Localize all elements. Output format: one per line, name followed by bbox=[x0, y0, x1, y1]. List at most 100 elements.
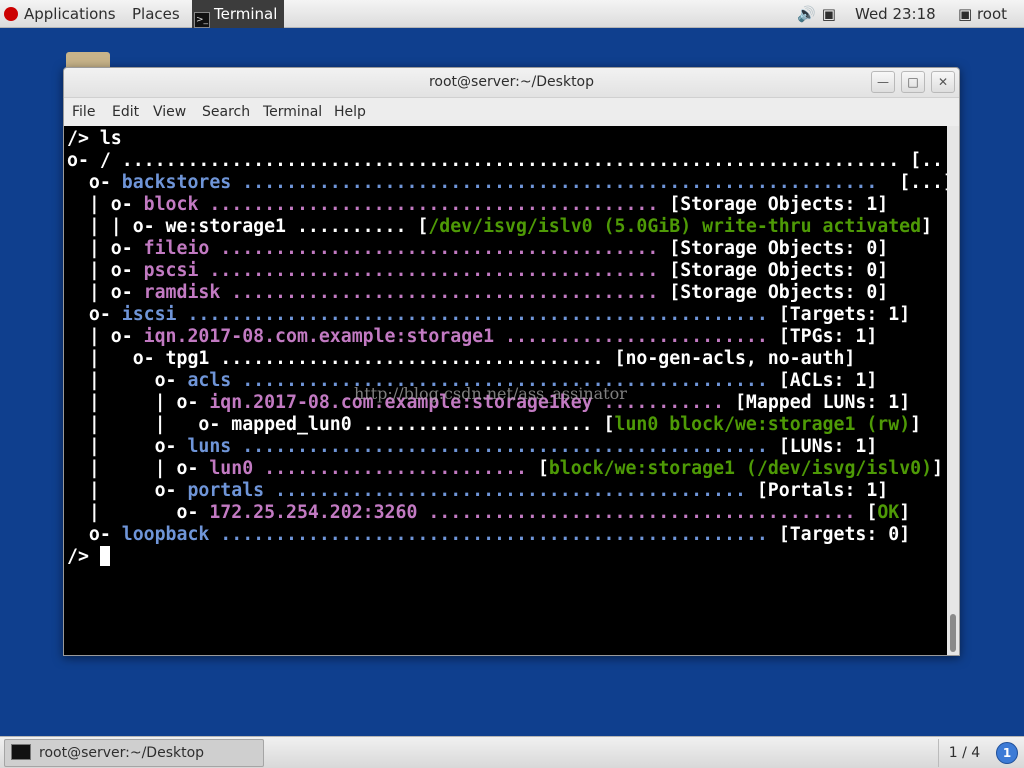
terminal-text: ........................................… bbox=[231, 436, 779, 457]
terminal-text: ........................ bbox=[494, 326, 779, 347]
terminal-text: lun0 block/we:storage1 (rw) bbox=[614, 414, 911, 435]
terminal-icon bbox=[11, 744, 31, 760]
terminal-text: ....................................... bbox=[417, 502, 867, 523]
terminal-text: | o- bbox=[67, 326, 144, 347]
terminal-text: | | o- mapped_lun0 .....................… bbox=[67, 414, 615, 435]
terminal-app-menu[interactable]: >_ Terminal bbox=[192, 0, 284, 28]
terminal-text: ........................................… bbox=[121, 150, 911, 171]
terminal-text: | | o- bbox=[67, 392, 210, 413]
terminal-text: | o- bbox=[67, 370, 188, 391]
terminal-text: [TPGs: 1] bbox=[778, 326, 878, 347]
workspace-indicator[interactable]: 1 / 4 bbox=[938, 739, 990, 767]
menu-help[interactable]: Help bbox=[334, 104, 366, 120]
terminal-line: /> bbox=[67, 546, 947, 568]
window-titlebar[interactable]: root@server:~/Desktop — □ ✕ bbox=[64, 68, 959, 98]
places-menu[interactable]: Places bbox=[132, 0, 180, 28]
applications-menu[interactable]: Applications bbox=[4, 0, 116, 28]
user-label: root bbox=[976, 5, 1008, 23]
terminal-line: | o- luns ..............................… bbox=[67, 436, 947, 458]
terminal-text: [...] bbox=[910, 150, 947, 171]
terminal-text: | | o- bbox=[67, 458, 210, 479]
menu-view[interactable]: View bbox=[153, 104, 186, 120]
terminal-window: root@server:~/Desktop — □ ✕ File Edit Vi… bbox=[63, 67, 960, 656]
terminal-text: o- bbox=[67, 172, 122, 193]
bottom-panel: root@server:~/Desktop 1 / 4 1 bbox=[0, 736, 1024, 768]
network-icon[interactable]: ▣ bbox=[822, 5, 836, 23]
terminal-text: ] bbox=[910, 414, 922, 435]
terminal-line: | o- fileio ............................… bbox=[67, 238, 947, 260]
terminal-text: | o- bbox=[67, 436, 188, 457]
terminal-text: | o- tpg1 ..............................… bbox=[67, 348, 856, 369]
terminal-output[interactable]: /> ls o- / ..............................… bbox=[64, 126, 947, 655]
terminal-line: o- / ...................................… bbox=[67, 150, 947, 172]
menu-terminal[interactable]: Terminal bbox=[263, 104, 322, 120]
clock[interactable]: Wed 23:18 bbox=[855, 0, 936, 28]
terminal-line: | o- block .............................… bbox=[67, 194, 947, 216]
window-title: root@server:~/Desktop bbox=[428, 74, 595, 90]
terminal-text: [ACLs: 1] bbox=[778, 370, 878, 391]
close-button[interactable]: ✕ bbox=[931, 71, 955, 93]
terminal-text: | o- bbox=[67, 260, 144, 281]
user-icon: ▣ bbox=[958, 5, 973, 23]
terminal-text: ........................ bbox=[253, 458, 538, 479]
terminal-text: [Storage Objects: 0] bbox=[669, 238, 889, 259]
terminal-app-label: Terminal bbox=[214, 5, 278, 23]
terminal-line: | | o- we:storage1 .......... [/dev/isvg… bbox=[67, 216, 947, 238]
notification-icon[interactable]: 1 bbox=[996, 742, 1018, 764]
terminal-text: ........................................… bbox=[176, 304, 779, 325]
scrollbar-thumb[interactable] bbox=[950, 614, 956, 652]
terminal-text: | o- bbox=[67, 238, 144, 259]
terminal-scrollbar[interactable] bbox=[947, 126, 959, 655]
terminal-text: OK bbox=[877, 502, 900, 523]
minimize-button[interactable]: — bbox=[871, 71, 895, 93]
terminal-line: | o- pscsi .............................… bbox=[67, 260, 947, 282]
menu-file[interactable]: File bbox=[72, 104, 95, 120]
terminal-text: o- bbox=[67, 304, 122, 325]
terminal-line: o- loopback ............................… bbox=[67, 524, 947, 546]
terminal-line: | o- ramdisk ...........................… bbox=[67, 282, 947, 304]
terminal-text: iqn.2017-08.com.example:storage1 bbox=[143, 326, 495, 347]
system-status-icons[interactable]: 🔊 ▣ bbox=[797, 0, 842, 28]
terminal-text: ........................................… bbox=[231, 172, 900, 193]
terminal-text: [Targets: 0] bbox=[778, 524, 911, 545]
user-menu[interactable]: ▣ root bbox=[958, 0, 1007, 28]
terminal-text: o- bbox=[67, 524, 122, 545]
terminal-text: ] bbox=[932, 458, 944, 479]
terminal-text: [Storage Objects: 0] bbox=[669, 260, 889, 281]
terminal-text: iscsi bbox=[121, 304, 177, 325]
terminal-text: [LUNs: 1] bbox=[778, 436, 878, 457]
maximize-button[interactable]: □ bbox=[901, 71, 925, 93]
applications-label: Applications bbox=[24, 5, 116, 23]
terminal-text: | | o- we:storage1 .......... [ bbox=[67, 216, 429, 237]
terminal-text: ramdisk bbox=[143, 282, 221, 303]
terminal-text: ] bbox=[921, 216, 933, 237]
terminal-text: ........................................… bbox=[264, 480, 757, 501]
terminal-text: | o- bbox=[67, 502, 210, 523]
menu-bar: File Edit View Search Terminal Help bbox=[64, 98, 959, 126]
redhat-logo-icon bbox=[4, 7, 18, 21]
terminal-line: | o- tpg1 ..............................… bbox=[67, 348, 947, 370]
terminal-text: [Mapped LUNs: 1] bbox=[734, 392, 911, 413]
terminal-text: [Storage Objects: 1] bbox=[669, 194, 889, 215]
terminal-text: pscsi bbox=[143, 260, 199, 281]
terminal-line: /> ls bbox=[67, 128, 947, 150]
terminal-lines: /> ls o- / ..............................… bbox=[67, 128, 947, 568]
terminal-line: | o- 172.25.254.202:3260 ...............… bbox=[67, 502, 947, 524]
menu-edit[interactable]: Edit bbox=[112, 104, 139, 120]
terminal-text: loopback bbox=[121, 524, 210, 545]
menu-search[interactable]: Search bbox=[202, 104, 250, 120]
terminal-text: [ bbox=[866, 502, 878, 523]
terminal-text: backstores bbox=[121, 172, 232, 193]
terminal-text: /> bbox=[67, 546, 100, 567]
watermark: http://blog.csdn.net/ass_assinator bbox=[354, 384, 627, 403]
terminal-text: [...] bbox=[899, 172, 947, 193]
terminal-text: block/we:storage1 (/dev/isvg/islv0) bbox=[548, 458, 933, 479]
terminal-text: ....................................... bbox=[220, 282, 670, 303]
volume-icon[interactable]: 🔊 bbox=[797, 5, 816, 23]
terminal-text: block bbox=[143, 194, 199, 215]
top-panel: Applications Places >_ Terminal 🔊 ▣ Wed 23… bbox=[0, 0, 1024, 28]
terminal-text: [ bbox=[537, 458, 549, 479]
terminal-text: luns bbox=[187, 436, 232, 457]
taskbar-window-button[interactable]: root@server:~/Desktop bbox=[4, 739, 264, 767]
terminal-text: [Targets: 1] bbox=[778, 304, 911, 325]
